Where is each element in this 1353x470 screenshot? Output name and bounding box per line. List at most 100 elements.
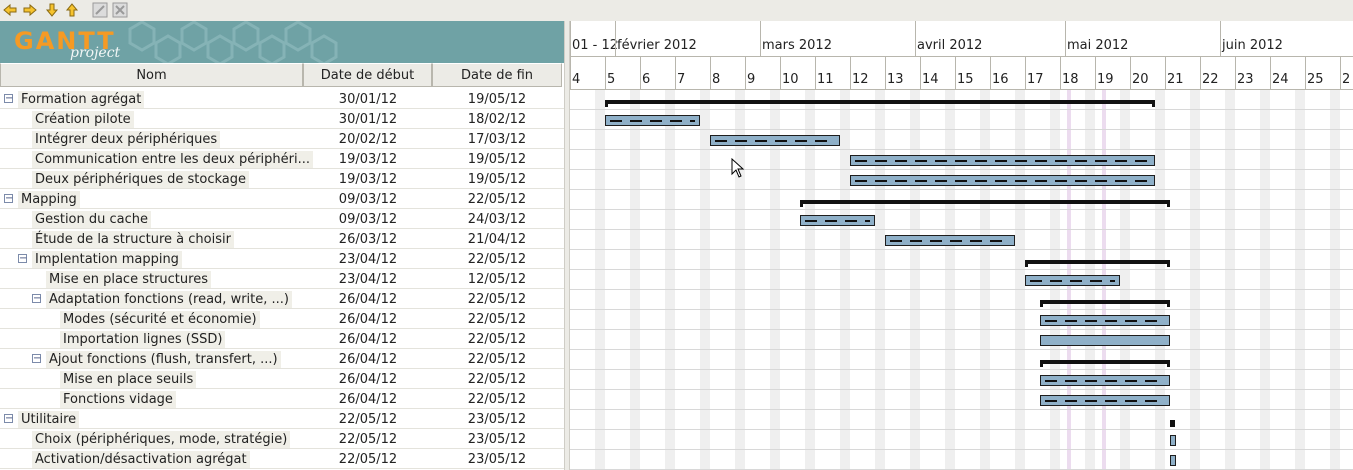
column-header-start[interactable]: Date de début [303,63,432,87]
task-row[interactable]: Mise en place structures 23/04/12 12/05/12 [0,269,564,289]
weekend-shade [840,90,850,470]
task-row[interactable]: Importation lignes (SSD) 26/04/12 22/05/12 [0,329,564,349]
summary-bar[interactable] [1040,300,1170,307]
task-progress [890,240,1010,242]
collapse-toggle-icon[interactable]: − [4,414,13,424]
week-label: 21 [1167,72,1184,87]
gantt-row-line [570,149,1353,150]
task-row[interactable]: − Formation agrégat 30/01/12 19/05/12 [0,89,564,109]
task-name-cell[interactable]: Communication entre les deux périphéri..… [0,149,313,169]
task-bar[interactable] [800,215,875,226]
task-row[interactable]: Étude de la structure à choisir 26/03/12 2… [0,229,564,249]
arrow-right-icon[interactable] [22,2,38,18]
task-row[interactable]: Deux périphériques de stockage 19/03/12 19… [0,169,564,189]
link-icon[interactable] [92,2,108,18]
collapse-toggle-icon[interactable]: − [32,294,41,304]
week-label: 10 [782,72,799,87]
column-header-name[interactable]: Nom [0,63,303,87]
task-bar[interactable] [885,235,1015,246]
task-name-cell[interactable]: − Ajout fonctions (flush, transfert, ...) [0,349,300,369]
task-bar[interactable] [1170,435,1176,446]
task-bar[interactable] [850,175,1155,186]
task-name-cell[interactable]: Fonctions vidage [0,389,300,409]
task-name-cell[interactable]: Modes (sécurité et économie) [0,309,300,329]
task-row[interactable]: − Ajout fonctions (flush, transfert, ...)… [0,349,564,369]
task-name-cell[interactable]: − Utilitaire [0,409,300,429]
task-name-cell[interactable]: Étude de la structure à choisir [0,229,300,249]
task-row[interactable]: Choix (périphériques, mode, stratégie) 22… [0,429,564,449]
week-label: 20 [1132,72,1149,87]
column-header-end[interactable]: Date de fin [432,63,562,87]
task-bar[interactable] [1040,375,1170,386]
task-row[interactable]: − Utilitaire 22/05/12 23/05/12 [0,409,564,429]
task-name-cell[interactable]: Gestion du cache [0,209,300,229]
logo-subtitle: project [70,45,121,61]
task-name-cell[interactable]: − Mapping [0,189,300,209]
gantt-row-line [570,389,1353,390]
weekend-shade [805,90,815,470]
weekend-shade [1225,90,1235,470]
task-start-date: 23/04/12 [338,272,398,287]
week-label: 17 [1027,72,1044,87]
task-name-cell[interactable]: − Implentation mapping [0,249,300,269]
week-label: 18 [1062,72,1079,87]
task-name-cell[interactable]: Choix (périphériques, mode, stratégie) [0,429,300,449]
task-row[interactable]: − Adaptation fonctions (read, write, ...)… [0,289,564,309]
summary-bar[interactable] [800,200,1170,207]
task-start-date: 09/03/12 [338,192,398,207]
collapse-toggle-icon[interactable]: − [18,254,27,264]
task-row[interactable]: − Mapping 09/03/12 22/05/12 [0,189,564,209]
task-bar[interactable] [1025,275,1120,286]
gantt-row-line [570,189,1353,190]
task-bar[interactable] [850,155,1155,166]
task-bar[interactable] [605,115,700,126]
task-name-cell[interactable]: Mise en place seuils [0,369,300,389]
summary-bar[interactable] [1170,420,1175,427]
task-name-cell[interactable]: Deux périphériques de stockage [0,169,300,189]
task-row[interactable]: Création pilote 30/01/12 18/02/12 [0,109,564,129]
task-name-cell[interactable]: Activation/désactivation agrégat [0,449,300,469]
task-row[interactable]: Gestion du cache 09/03/12 24/03/12 [0,209,564,229]
weekend-shade [1155,90,1165,470]
task-name: Formation agrégat [18,91,145,108]
arrow-down-icon[interactable] [44,2,60,18]
task-end-date: 23/05/12 [467,432,527,447]
task-bar[interactable] [1040,335,1170,346]
task-end-date: 21/04/12 [467,232,527,247]
task-name-cell[interactable]: Création pilote [0,109,300,129]
task-bar[interactable] [1040,395,1170,406]
task-name-cell[interactable]: Mise en place structures [0,269,300,289]
task-end-date: 22/05/12 [467,192,527,207]
collapse-toggle-icon[interactable]: − [4,194,13,204]
arrow-up-icon[interactable] [64,2,80,18]
summary-bar[interactable] [1040,360,1170,367]
task-row[interactable]: Intégrer deux périphériques 20/02/12 17/03… [0,129,564,149]
task-row[interactable]: − Implentation mapping 23/04/12 22/05/12 [0,249,564,269]
task-name-cell[interactable]: − Formation agrégat [0,89,300,109]
month-header: 01 - 12 février 2012 mars 2012 avril 2012 ma… [570,21,1353,57]
collapse-toggle-icon[interactable]: − [4,94,13,104]
task-row[interactable]: Mise en place seuils 26/04/12 22/05/12 [0,369,564,389]
task-start-date: 26/04/12 [338,312,398,327]
task-row[interactable]: Modes (sécurité et économie) 26/04/12 22/0… [0,309,564,329]
unlink-icon[interactable] [112,2,128,18]
week-label: 12 [852,72,869,87]
task-row[interactable]: Fonctions vidage 26/04/12 22/05/12 [0,389,564,409]
collapse-toggle-icon[interactable]: − [32,354,41,364]
task-name-cell[interactable]: − Adaptation fonctions (read, write, ...) [0,289,300,309]
task-name-cell[interactable]: Importation lignes (SSD) [0,329,300,349]
task-name: Activation/désactivation agrégat [32,451,250,468]
task-row[interactable]: Activation/désactivation agrégat 22/05/12… [0,449,564,469]
week-label: 16 [992,72,1009,87]
task-row[interactable]: Communication entre les deux périphéri..… [0,149,564,169]
task-bar[interactable] [710,135,840,146]
task-start-date: 19/03/12 [338,152,398,167]
task-bar[interactable] [1040,315,1170,326]
summary-bar[interactable] [1025,260,1170,267]
task-name-cell[interactable]: Intégrer deux périphériques [0,129,300,149]
week-label: 5 [607,72,616,87]
task-bar[interactable] [1170,455,1176,466]
arrow-left-icon[interactable] [2,2,18,18]
gantt-row-line [570,269,1353,270]
summary-bar[interactable] [605,100,1155,107]
